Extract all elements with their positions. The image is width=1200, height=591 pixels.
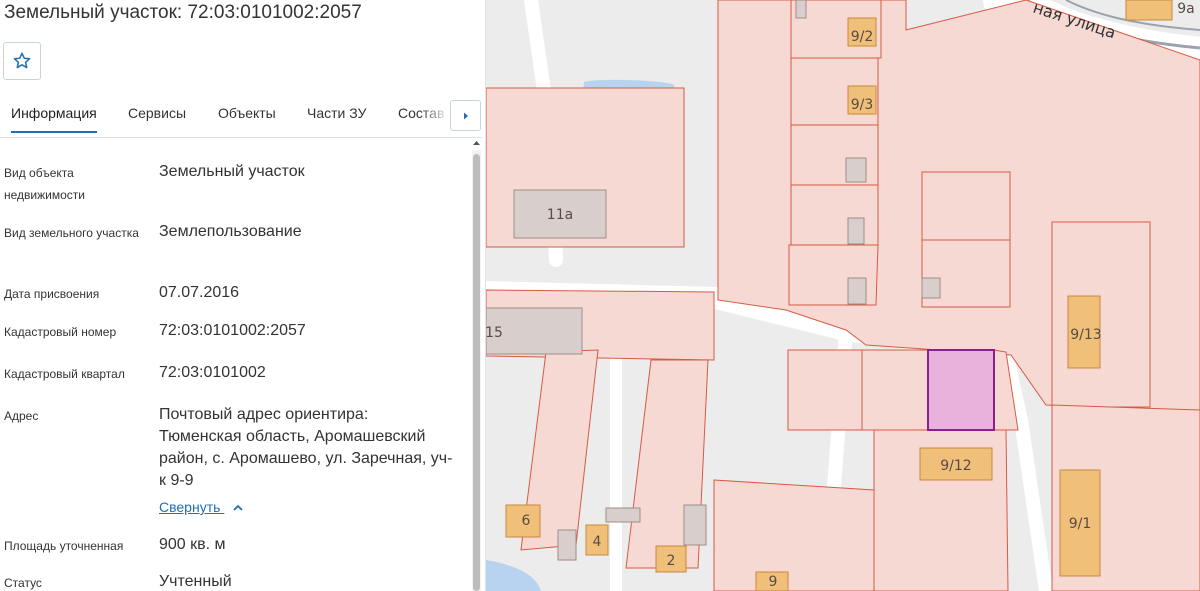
building [847,277,867,305]
selected-parcel[interactable] [927,349,995,431]
property-value: 900 кв. м [159,536,226,553]
label-9-1: 9/1 [1069,516,1092,532]
label-2: 2 [667,553,676,569]
building [847,217,865,245]
favorite-button[interactable] [3,42,41,80]
building [795,0,807,19]
tab-bar: Информация Сервисы Объекты Части ЗУ Сост… [0,97,482,138]
map-canvas[interactable]: 9/2 9/3 11а 15 9/13 9/12 9/1 6 4 2 9 9а … [486,0,1200,591]
chevron-right-icon [463,112,468,119]
label-9-13: 9/13 [1070,327,1101,343]
chevron-up-icon [233,505,243,511]
property-value: Земельный участок [159,163,305,180]
parcel[interactable] [921,171,1011,241]
parcel[interactable] [1051,221,1151,408]
property-label: Площадь уточненная [4,539,124,553]
property-label: Статус [4,576,42,590]
property-value: Учтенный [159,573,232,590]
tab-objects[interactable]: Объекты [218,105,276,131]
label-11a: 11а [547,207,573,223]
info-panel: Земельный участок: 72:03:0101002:2057 Ин… [0,0,486,591]
tab-info[interactable]: Информация [11,105,97,133]
building [683,504,707,546]
page-title: Земельный участок: 72:03:0101002:2057 [4,2,362,23]
star-outline-icon [13,52,31,69]
tab-parts[interactable]: Части ЗУ [307,105,366,131]
building [1125,0,1173,21]
property-value: 72:03:0101002:2057 [159,322,306,339]
label-6: 6 [522,513,531,529]
tab-services[interactable]: Сервисы [128,105,186,131]
label-9: 9 [769,574,778,590]
building [605,507,641,523]
property-value: Землепользование [159,223,302,240]
parcel[interactable] [713,479,875,591]
cadastral-map[interactable]: 9/2 9/3 11а 15 9/13 9/12 9/1 6 4 2 9 9а … [486,0,1200,591]
building [921,277,941,299]
building [557,529,577,561]
property-label: Кадастровый квартал [4,367,125,381]
property-value: 72:03:0101002 [159,364,266,381]
property-label: Вид объекта недвижимости [4,166,85,202]
label-9-3: 9/3 [851,97,874,113]
label-9-2: 9/2 [851,29,874,45]
collapse-link[interactable]: Свернуть [159,499,244,515]
parcel[interactable] [790,184,879,246]
parcel[interactable] [787,349,863,431]
label-9a: 9а [1177,1,1195,17]
scrollbar-thumb[interactable] [473,154,480,591]
tabs-scroll-right-button[interactable] [450,100,481,131]
property-label: Кадастровый номер [4,325,117,339]
parcel[interactable] [861,349,929,431]
label-4: 4 [593,534,602,550]
property-label: Адрес [4,409,39,423]
label-15: 15 [486,325,503,341]
building [845,157,867,183]
property-label: Дата присвоения [4,287,100,301]
address-value: Почтовый адрес ориентира: Тюменская обла… [159,406,453,489]
property-value: 07.07.2016 [159,284,240,301]
collapse-link-label: Свернуть [159,499,221,515]
label-9-12: 9/12 [940,458,971,474]
scrollbar[interactable] [472,150,481,591]
property-label: Вид земельного участка [4,226,139,240]
scroll-up-arrow-icon[interactable] [472,138,481,148]
tabs-fade [420,97,450,135]
